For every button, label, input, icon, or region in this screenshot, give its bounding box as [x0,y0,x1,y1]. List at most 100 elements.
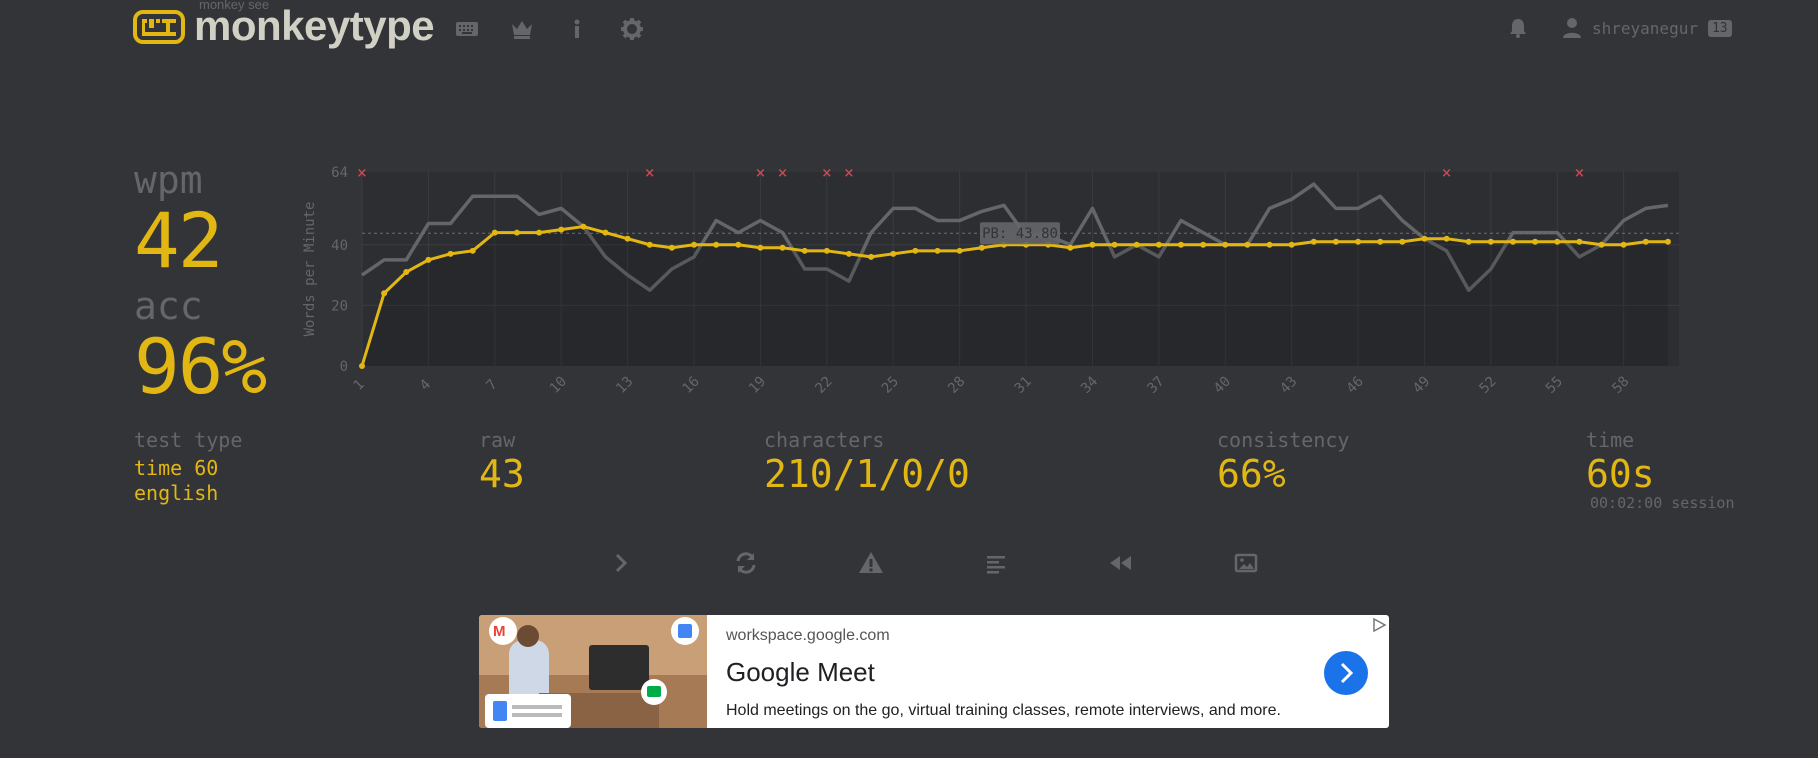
wpm-chart: PB: 43.80××××××××02040640114710131619222… [302,165,1679,397]
x-tick-label: 37 [1144,374,1167,397]
wpm-point [1421,235,1428,242]
x-tick-label: 43 [1277,374,1300,397]
x-tick-label: 4 [417,377,434,394]
wpm-point [978,244,985,251]
wpm-point [381,290,388,297]
wpm-point [1620,241,1627,248]
wpm-point [1332,238,1339,245]
wpm-point [1266,241,1273,248]
error-marker: × [644,166,655,181]
wpm-point [934,247,941,254]
test-type-mode: time 60 [134,456,219,480]
wpm-point [1576,238,1583,245]
align-left-icon [987,556,1005,574]
wpm-point [1355,238,1362,245]
ad-domain[interactable]: workspace.google.com [726,627,890,645]
ad-description[interactable]: Hold meetings on the go, virtual trainin… [726,702,1281,720]
wpm-point [801,247,808,254]
wpm-point [735,241,742,248]
ad-title[interactable]: Google Meet [726,657,875,688]
wpm-point [536,229,543,236]
x-tick-label: 58 [1609,374,1632,397]
wpm-point [1200,241,1207,248]
wpm-point [513,229,520,236]
monkeytype-logo-icon[interactable] [133,10,185,44]
wpm-point [1443,235,1450,242]
brand-title[interactable]: monkeytype [194,2,435,50]
level-badge: 13 [1707,19,1732,37]
consistency-value[interactable]: 66% [1217,452,1286,496]
ad-image[interactable]: M [479,615,707,728]
x-tick-label: 7 [483,377,500,394]
wpm-point [1399,238,1406,245]
y-tick-label: 0 [340,359,348,375]
wpm-point [868,253,875,260]
y-tick-label: 64 [331,165,348,181]
x-tick-label: 22 [812,374,835,397]
wpm-point [890,250,897,257]
wpm-point [1310,238,1317,245]
wpm-point [912,247,919,254]
wpm-point [1244,241,1251,248]
word-history-button[interactable] [981,548,1011,578]
x-tick-label: 40 [1211,374,1234,397]
wpm-point [403,269,410,276]
error-marker: × [844,166,855,181]
wpm-point [558,226,565,233]
account-button[interactable]: shreyanegur 13 [1562,16,1732,40]
x-tick-label: 55 [1543,374,1566,397]
restart-button[interactable] [731,548,761,578]
characters-label: characters [764,428,885,452]
y-axis-title: Words per Minute [302,202,318,337]
characters-value[interactable]: 210/1/0/0 [764,452,970,496]
username: shreyanegur [1592,18,1698,38]
x-tick-label: 1 [351,377,368,394]
wpm-point [447,250,454,257]
advertisement-banner[interactable]: M workspace.google.com Google Meet Hold … [479,615,1389,728]
info-icon[interactable] [564,16,590,42]
x-tick-label: 31 [1012,374,1035,397]
wpm-point [1089,241,1096,248]
session-time: 00:02:00 session [1590,494,1735,512]
next-test-button[interactable] [606,548,636,578]
error-marker: × [1574,166,1585,181]
image-icon [1234,553,1258,573]
wpm-point [491,229,498,236]
acc-value[interactable]: 96% [134,322,267,411]
keyboard-icon[interactable] [454,16,480,42]
notification-bell-icon[interactable] [1506,16,1530,40]
settings-gear-icon[interactable] [619,16,645,42]
wpm-point [845,250,852,257]
error-marker: × [821,166,832,181]
wpm-point [757,244,764,251]
wpm-point [779,244,786,251]
wpm-point [1509,238,1516,245]
wpm-point [1155,241,1162,248]
time-value[interactable]: 60s [1586,452,1655,496]
wpm-point [1642,238,1649,245]
wpm-point [823,247,830,254]
raw-value[interactable]: 43 [479,452,525,496]
wpm-point [668,244,675,251]
report-question-button[interactable] [856,548,886,578]
crown-icon[interactable] [509,16,535,42]
wpm-point [1222,241,1229,248]
ad-choices-icon[interactable] [1371,617,1387,633]
pb-label: PB: 43.80 [982,226,1058,242]
wpm-point [1111,241,1118,248]
warning-icon [859,552,883,573]
wpm-value[interactable]: 42 [134,196,224,285]
error-marker: × [1441,166,1452,181]
error-marker: × [777,166,788,181]
chevron-right-icon [615,553,628,573]
wpm-point [1487,238,1494,245]
wpm-point [713,241,720,248]
x-tick-label: 25 [879,374,902,397]
x-tick-label: 46 [1344,374,1367,397]
screenshot-button[interactable] [1231,548,1261,578]
replay-button[interactable] [1106,548,1136,578]
y-tick-label: 20 [331,298,348,314]
ad-open-button[interactable] [1324,651,1368,695]
wpm-point [1133,241,1140,248]
wpm-point [1288,241,1295,248]
